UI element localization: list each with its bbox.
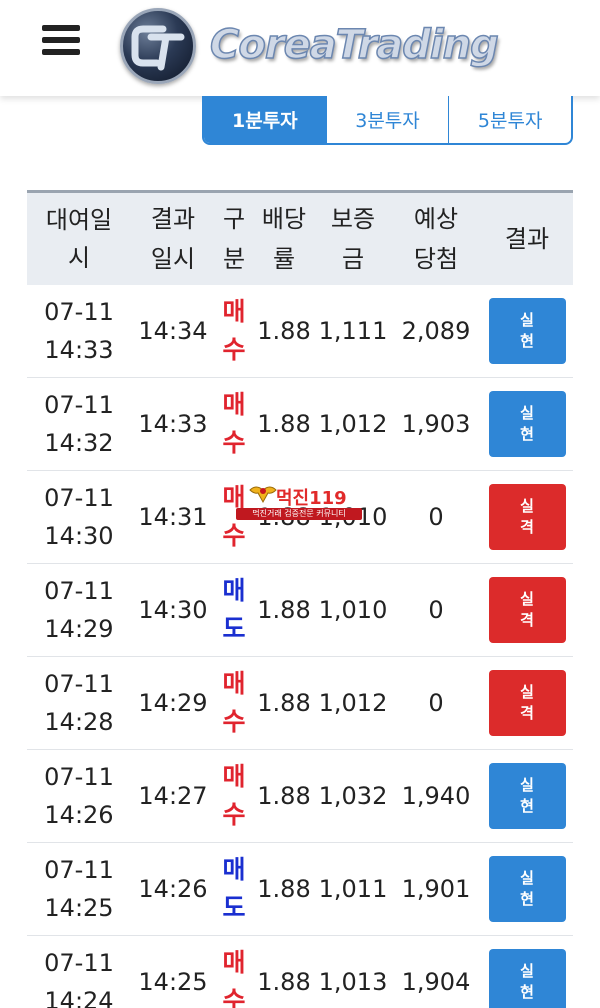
tab-1min[interactable]: 1분투자 [204, 96, 326, 143]
payout-cell: 1.88 [257, 782, 311, 810]
expected-win-cell: 1,901 [401, 875, 471, 903]
header-payout: 배당 률 [261, 205, 307, 273]
buy-type-cell: 매수 [222, 762, 246, 829]
table-row: 07-11 14:28 14:29 매 수 1.88 1,012 0 실 격 [27, 657, 573, 750]
header-result-time: 결과 일시 [150, 205, 196, 273]
trade-history-table: 대여일 시 결과 일시 구분 배당 률 보증 금 예상 당첨 결과 07-11 14:33 1… [27, 190, 573, 1008]
deposit-cell: 1,111 [318, 317, 388, 345]
result-cell: 실현 [481, 856, 573, 922]
tab-3min[interactable]: 3분투자 [325, 96, 449, 143]
expected-win-cell: 1,903 [401, 410, 471, 438]
buy-type-cell: 매수 [222, 669, 246, 736]
table-row: 07-11 14:29 14:30 매 도 1.88 1,010 0 실 격 [27, 564, 573, 657]
deposit-cell: 1,011 [318, 875, 388, 903]
expected-win-cell: 0 [428, 689, 444, 717]
brand-logo-text[interactable]: CoreaTrading [209, 21, 499, 69]
expected-win-cell: 0 [428, 503, 444, 531]
result-cell: 실격 [481, 670, 573, 736]
result-time-cell: 14:33 [138, 410, 208, 438]
payout-cell: 1.88 [257, 317, 311, 345]
payout-cell: 1.88 [257, 410, 311, 438]
table-body: 07-11 14:33 14:34 매 수 1.88 1,111 2,089 실 현 07-11 14… [27, 285, 573, 1008]
top-navigation-bar: CoreaTrading [0, 0, 600, 96]
header-result: 결과 [504, 225, 550, 253]
result-cell: 실격 [481, 577, 573, 643]
deposit-cell: 1,013 [318, 968, 388, 996]
table-row: 07-11 14:30 14:31 매 수 1.88 1,010 0 실 격 [27, 471, 573, 564]
result-time-cell: 14:34 [138, 317, 208, 345]
rental-time-cell: 07-11 14:33 [44, 298, 114, 364]
result-cell: 실현 [481, 298, 573, 364]
ct-emblem-logo[interactable] [120, 8, 196, 84]
deposit-cell: 1,012 [318, 689, 388, 717]
result-failed-button[interactable]: 실격 [488, 670, 566, 736]
table-row: 07-11 14:24 14:25 매 수 1.88 1,013 1,904 실 현 [27, 936, 573, 1008]
tab-5min[interactable]: 5분투자 [448, 96, 571, 143]
rental-time-cell: 07-11 14:32 [44, 391, 114, 457]
rental-time-cell: 07-11 14:25 [44, 856, 114, 922]
result-time-cell: 14:29 [138, 689, 208, 717]
deposit-cell: 1,010 [318, 503, 388, 531]
result-cell: 실현 [481, 949, 573, 1008]
expected-win-cell: 1,940 [401, 782, 471, 810]
buy-type-cell: 매수 [222, 483, 246, 550]
sell-type-cell: 매도 [222, 576, 246, 643]
table-row: 07-11 14:33 14:34 매 수 1.88 1,111 2,089 실 현 [27, 285, 573, 378]
result-realized-button[interactable]: 실현 [488, 298, 566, 364]
payout-cell: 1.88 [257, 968, 311, 996]
rental-time-cell: 07-11 14:24 [44, 949, 114, 1008]
header-type: 구분 [222, 205, 246, 273]
rental-time-cell: 07-11 14:29 [44, 577, 114, 643]
result-time-cell: 14:25 [138, 968, 208, 996]
buy-type-cell: 매수 [222, 297, 246, 364]
table-row: 07-11 14:25 14:26 매 도 1.88 1,011 1,901 실 현 [27, 843, 573, 936]
payout-cell: 1.88 [257, 875, 311, 903]
payout-cell: 1.88 [257, 503, 311, 531]
result-time-cell: 14:30 [138, 596, 208, 624]
deposit-cell: 1,010 [318, 596, 388, 624]
result-realized-button[interactable]: 실현 [488, 391, 566, 457]
table-header-row: 대여일 시 결과 일시 구분 배당 률 보증 금 예상 당첨 결과 [27, 190, 573, 285]
table-row: 07-11 14:26 14:27 매 수 1.88 1,032 1,940 실 현 [27, 750, 573, 843]
table-row: 07-11 14:32 14:33 매 수 1.88 1,012 1,903 실 현 [27, 378, 573, 471]
expected-win-cell: 0 [428, 596, 444, 624]
result-cell: 실현 [481, 763, 573, 829]
rental-time-cell: 07-11 14:30 [44, 484, 114, 550]
sell-type-cell: 매도 [222, 855, 246, 922]
result-realized-button[interactable]: 실현 [488, 949, 566, 1008]
header-deposit: 보증 금 [330, 205, 376, 273]
result-failed-button[interactable]: 실격 [488, 484, 566, 550]
expected-win-cell: 1,904 [401, 968, 471, 996]
buy-type-cell: 매수 [222, 948, 246, 1008]
investment-interval-tabs: 1분투자 3분투자 5분투자 [202, 96, 573, 145]
deposit-cell: 1,012 [318, 410, 388, 438]
result-realized-button[interactable]: 실현 [488, 763, 566, 829]
rental-time-cell: 07-11 14:26 [44, 763, 114, 829]
header-expected-win: 예상 당첨 [413, 205, 459, 273]
header-rental-time: 대여일 시 [45, 206, 113, 272]
hamburger-menu-icon[interactable] [42, 25, 80, 55]
result-time-cell: 14:27 [138, 782, 208, 810]
result-time-cell: 14:31 [138, 503, 208, 531]
result-cell: 실격 [481, 484, 573, 550]
result-time-cell: 14:26 [138, 875, 208, 903]
deposit-cell: 1,032 [318, 782, 388, 810]
rental-time-cell: 07-11 14:28 [44, 670, 114, 736]
payout-cell: 1.88 [257, 596, 311, 624]
buy-type-cell: 매수 [222, 390, 246, 457]
result-cell: 실현 [481, 391, 573, 457]
result-failed-button[interactable]: 실격 [488, 577, 566, 643]
result-realized-button[interactable]: 실현 [488, 856, 566, 922]
expected-win-cell: 2,089 [401, 317, 471, 345]
payout-cell: 1.88 [257, 689, 311, 717]
